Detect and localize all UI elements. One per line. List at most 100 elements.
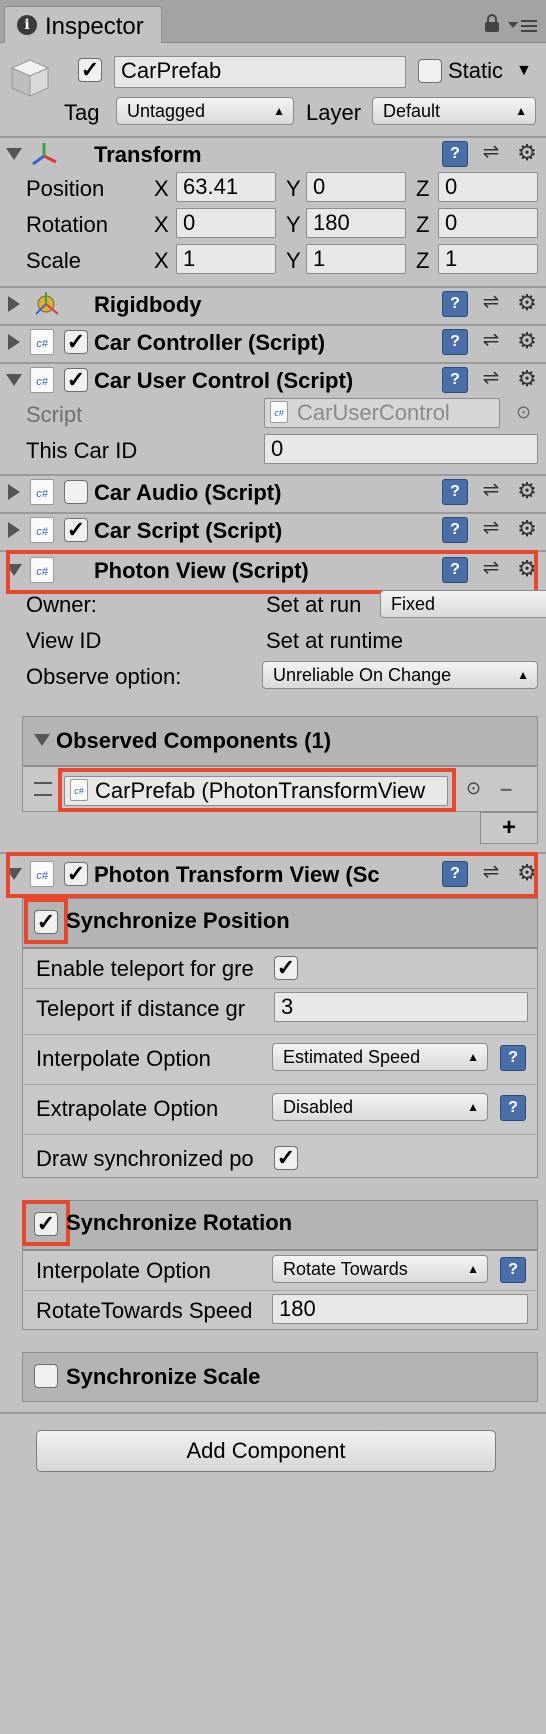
gear-icon[interactable]: ⚙ — [516, 480, 538, 502]
car-audio-title: Car Audio (Script) — [94, 480, 282, 505]
axis-x-label: X — [154, 176, 169, 201]
axis-y-label: Y — [286, 212, 301, 237]
preset-icon[interactable]: ⇌ — [480, 142, 502, 164]
static-dropdown-icon[interactable]: ▼ — [516, 62, 532, 80]
help-icon[interactable]: ? — [500, 1095, 526, 1121]
rotation-interpolate-label: Interpolate Option — [36, 1258, 211, 1283]
object-picker-icon[interactable]: ⊙ — [466, 778, 481, 799]
car-controller-title: Car Controller (Script) — [94, 330, 326, 355]
lock-icon[interactable] — [484, 14, 500, 32]
updown-icon: ▲ — [517, 668, 529, 682]
observed-components-title: Observed Components (1) — [56, 728, 332, 753]
position-label: Position — [26, 176, 105, 201]
rotation-interpolate-value: Rotate Towards — [283, 1259, 408, 1279]
help-icon[interactable]: ? — [442, 367, 468, 393]
teleport-distance-input[interactable]: 3 — [274, 992, 528, 1022]
position-y-input[interactable]: 0 — [306, 172, 406, 202]
divider — [0, 136, 546, 138]
menu-icon[interactable] — [508, 16, 538, 34]
scale-y-input[interactable]: 1 — [306, 244, 406, 274]
preset-icon[interactable]: ⇌ — [480, 330, 502, 352]
static-checkbox[interactable] — [418, 59, 442, 83]
car-script-enabled-checkbox[interactable]: ✓ — [64, 518, 88, 542]
scale-label: Scale — [26, 248, 82, 273]
car-id-input[interactable]: 0 — [264, 434, 538, 464]
rotate-towards-speed-input[interactable]: 180 — [272, 1294, 528, 1324]
remove-item-button[interactable]: – — [500, 776, 512, 802]
enable-teleport-checkbox[interactable]: ✓ — [274, 956, 298, 980]
foldout-open-icon[interactable] — [34, 734, 50, 746]
interpolate-option-label: Interpolate Option — [36, 1046, 211, 1071]
sync-scale-label: Synchronize Scale — [66, 1364, 261, 1389]
help-icon[interactable]: ? — [500, 1257, 526, 1283]
rotation-z-input[interactable]: 0 — [438, 208, 538, 238]
observe-option-label: Observe option: — [26, 664, 182, 689]
owner-label: Owner: — [26, 592, 97, 617]
foldout-closed-icon[interactable] — [8, 296, 20, 312]
help-icon[interactable]: ? — [442, 291, 468, 317]
car-user-control-enabled-checkbox[interactable]: ✓ — [64, 368, 88, 392]
csharp-script-icon: c# — [30, 479, 54, 505]
help-icon[interactable]: ? — [442, 141, 468, 167]
owner-dropdown[interactable]: Fixed — [380, 590, 546, 618]
foldout-closed-icon[interactable] — [8, 484, 20, 500]
add-item-button[interactable]: + — [480, 812, 538, 844]
rotation-y-input[interactable]: 180 — [306, 208, 406, 238]
foldout-open-icon[interactable] — [6, 374, 22, 386]
draw-synchronized-checkbox[interactable]: ✓ — [274, 1146, 298, 1170]
car-audio-enabled-checkbox[interactable] — [64, 480, 88, 504]
gear-icon[interactable]: ⚙ — [516, 518, 538, 540]
csharp-script-icon: c# — [30, 367, 54, 393]
draw-synchronized-label: Draw synchronized po — [36, 1146, 254, 1171]
axis-z-label: Z — [416, 176, 430, 201]
layer-dropdown[interactable]: Default ▲ — [372, 97, 536, 125]
preset-icon[interactable]: ⇌ — [480, 368, 502, 390]
updown-icon: ▲ — [515, 104, 527, 118]
gear-icon[interactable]: ⚙ — [516, 330, 538, 352]
view-id-value: Set at runtime — [266, 628, 403, 653]
help-icon[interactable]: ? — [442, 479, 468, 505]
foldout-closed-icon[interactable] — [8, 334, 20, 350]
extrapolate-option-label: Extrapolate Option — [36, 1096, 219, 1121]
updown-icon: ▲ — [273, 104, 285, 118]
divider — [0, 474, 546, 476]
car-controller-enabled-checkbox[interactable]: ✓ — [64, 330, 88, 354]
preset-icon[interactable]: ⇌ — [480, 480, 502, 502]
scale-z-input[interactable]: 1 — [438, 244, 538, 274]
drag-handle-icon[interactable] — [34, 782, 52, 796]
owner-value: Set at run — [266, 592, 362, 617]
help-icon[interactable]: ? — [442, 517, 468, 543]
observe-option-dropdown[interactable]: Unreliable On Change ▲ — [262, 661, 538, 689]
help-icon[interactable]: ? — [500, 1045, 526, 1071]
extrapolate-option-dropdown[interactable]: Disabled ▲ — [272, 1093, 488, 1121]
position-z-input[interactable]: 0 — [438, 172, 538, 202]
interpolate-option-value: Estimated Speed — [283, 1047, 421, 1067]
sync-scale-checkbox[interactable] — [34, 1364, 58, 1388]
object-name-input[interactable]: CarPrefab — [114, 56, 406, 88]
active-checkbox[interactable]: ✓ — [78, 58, 102, 82]
position-x-input[interactable]: 63.41 — [176, 172, 276, 202]
add-component-button[interactable]: Add Component — [36, 1430, 496, 1472]
gear-icon[interactable]: ⚙ — [516, 368, 538, 390]
foldout-open-icon[interactable] — [6, 148, 22, 160]
rotation-x-input[interactable]: 0 — [176, 208, 276, 238]
highlight-box — [22, 1200, 70, 1246]
foldout-closed-icon[interactable] — [8, 522, 20, 538]
tag-label: Tag — [64, 100, 100, 125]
updown-icon: ▲ — [467, 1262, 479, 1276]
divider — [0, 324, 546, 326]
inspector-tab[interactable]: i Inspector — [4, 6, 162, 43]
sync-position-label: Synchronize Position — [66, 908, 290, 933]
tag-dropdown[interactable]: Untagged ▲ — [116, 97, 294, 125]
axis-x-label: X — [154, 248, 169, 273]
gear-icon[interactable]: ⚙ — [516, 292, 538, 314]
help-icon[interactable]: ? — [442, 329, 468, 355]
preset-icon[interactable]: ⇌ — [480, 518, 502, 540]
gear-icon[interactable]: ⚙ — [516, 142, 538, 164]
rotation-interpolate-dropdown[interactable]: Rotate Towards ▲ — [272, 1255, 488, 1283]
scale-x-input[interactable]: 1 — [176, 244, 276, 274]
preset-icon[interactable]: ⇌ — [480, 292, 502, 314]
inspector-tab-label: Inspector — [45, 13, 144, 40]
interpolate-option-dropdown[interactable]: Estimated Speed ▲ — [272, 1043, 488, 1071]
tag-value: Untagged — [127, 101, 206, 121]
